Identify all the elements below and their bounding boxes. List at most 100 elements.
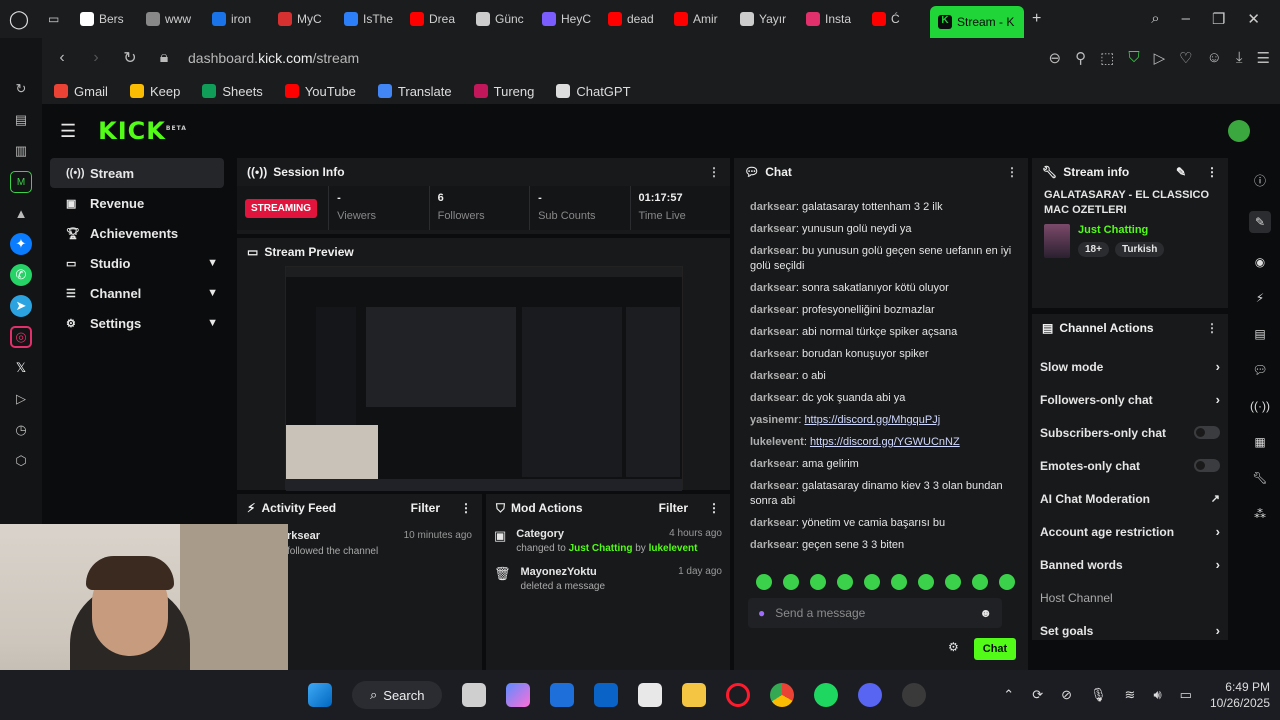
copilot-icon[interactable]: [506, 683, 531, 707]
tag-badge[interactable]: 18+: [1078, 242, 1109, 257]
chat-username[interactable]: darksear: [750, 370, 796, 382]
chat-username[interactable]: darksear: [750, 304, 796, 316]
broadcast-icon[interactable]: ((·)): [1250, 399, 1270, 413]
edit-icon[interactable]: ✎: [1176, 165, 1186, 179]
microphone-icon[interactable]: ●: [758, 606, 765, 620]
nav-item-channel[interactable]: ☰ Channel ▼: [50, 278, 224, 308]
bookmark-sheets[interactable]: Sheets: [202, 84, 263, 99]
chat-username[interactable]: darksear: [750, 517, 796, 529]
emote-icon[interactable]: [864, 574, 880, 590]
forward-icon[interactable]: ›: [86, 49, 106, 67]
browser-tab[interactable]: dead: [600, 4, 666, 34]
emote-icon[interactable]: [837, 574, 853, 590]
channel-action-set-goals[interactable]: Set goals ›: [1032, 614, 1228, 647]
camera-icon[interactable]: ◉: [1255, 255, 1265, 269]
bookmark-gmail[interactable]: Gmail: [54, 84, 108, 99]
chevron-up-icon[interactable]: ⌃: [1003, 687, 1014, 703]
chat-send-button[interactable]: Chat: [974, 638, 1016, 660]
activity-user[interactable]: rksear: [287, 530, 378, 542]
easy-setup-icon[interactable]: ☰: [1257, 49, 1270, 67]
chevron-down-icon[interactable]: ▼: [207, 317, 218, 329]
browser-tab[interactable]: Ć: [864, 4, 930, 34]
browser-tab[interactable]: HeyC: [534, 4, 600, 34]
aria-icon[interactable]: ▲: [10, 202, 32, 224]
new-tab-button[interactable]: +: [1024, 4, 1049, 34]
nav-item-achievements[interactable]: 🏆︎ Achievements: [50, 218, 224, 248]
url-field[interactable]: dashboard.kick.com/stream: [188, 50, 359, 66]
browser-tab[interactable]: Bers: [72, 4, 138, 34]
browser-tab[interactable]: Yayır: [732, 4, 798, 34]
emote-icon[interactable]: [945, 574, 961, 590]
category-link[interactable]: Just Chatting: [569, 543, 633, 554]
kick-logo[interactable]: KICKBETA: [98, 117, 187, 145]
chat-username[interactable]: yasinemr: [750, 414, 798, 426]
nav-item-stream[interactable]: ((•)) Stream: [50, 158, 224, 188]
history-icon[interactable]: ↻: [10, 78, 32, 100]
channel-action-host-channel[interactable]: Host Channel: [1032, 581, 1228, 614]
m-app-icon[interactable]: M: [10, 171, 32, 193]
app-icon[interactable]: [550, 683, 575, 707]
chat-username[interactable]: darksear: [750, 201, 796, 213]
bookmark-tureng[interactable]: Tureng: [473, 84, 534, 99]
windows-start-icon[interactable]: [308, 683, 332, 707]
minimize-icon[interactable]: –: [1182, 10, 1190, 28]
chat-icon[interactable]: 💬︎: [1252, 363, 1267, 377]
pin-icon[interactable]: ⚲: [1075, 49, 1086, 67]
player-icon[interactable]: ▷: [10, 388, 32, 410]
browser-tab[interactable]: www: [138, 4, 204, 34]
store-icon[interactable]: [638, 683, 663, 707]
more-icon[interactable]: ⋮: [1206, 321, 1218, 335]
category-thumbnail[interactable]: [1044, 224, 1070, 258]
instagram-icon[interactable]: ◎: [10, 326, 32, 348]
chat-link[interactable]: https://discord.gg/MhgquPJj: [804, 414, 940, 426]
task-view-icon[interactable]: [462, 683, 487, 707]
chat-input-box[interactable]: ● Send a message ☻: [748, 598, 1002, 628]
close-icon[interactable]: ✕: [1247, 10, 1260, 28]
opera-icon[interactable]: [726, 683, 751, 707]
more-icon[interactable]: ⋮: [1206, 165, 1218, 179]
chat-settings-icon[interactable]: ⚙: [948, 640, 959, 654]
telegram-icon[interactable]: ➤: [10, 295, 32, 317]
play-icon[interactable]: ▷: [1154, 49, 1166, 67]
maximize-icon[interactable]: ❐: [1212, 10, 1225, 28]
crypto-wallet-icon[interactable]: ▤: [10, 109, 32, 131]
chat-link[interactable]: https://discord.gg/YGWUCnNZ: [810, 436, 960, 448]
chat-username[interactable]: darksear: [750, 392, 796, 404]
emote-icon[interactable]: [972, 574, 988, 590]
chat-username[interactable]: darksear: [750, 223, 796, 235]
chat-username[interactable]: darksear: [750, 458, 796, 470]
toggle-switch[interactable]: [1194, 459, 1220, 472]
opera-logo-icon[interactable]: ◯: [8, 8, 30, 30]
snapshot-icon[interactable]: ⬚: [1100, 49, 1114, 67]
channel-action-emotes-only-chat[interactable]: Emotes-only chat: [1032, 449, 1228, 482]
channel-action-ai-chat-moderation[interactable]: AI Chat Moderation ↗: [1032, 482, 1228, 515]
chat-input[interactable]: Send a message: [775, 606, 865, 620]
heart-icon[interactable]: ♡: [1179, 49, 1192, 67]
tag-badge[interactable]: Turkish: [1114, 242, 1165, 257]
moderator-link[interactable]: lukelevent: [649, 543, 698, 554]
x-twitter-icon[interactable]: 𝕏: [10, 357, 32, 379]
chat-username[interactable]: lukelevent: [750, 436, 804, 448]
tab-active-stream[interactable]: K Stream - K: [930, 6, 1024, 38]
emote-icon[interactable]: [783, 574, 799, 590]
profile-icon[interactable]: ☺: [1207, 49, 1222, 67]
file-explorer-icon[interactable]: [682, 683, 707, 707]
channel-action-banned-words[interactable]: Banned words ›: [1032, 548, 1228, 581]
channel-action-account-age-restriction[interactable]: Account age restriction ›: [1032, 515, 1228, 548]
chat-username[interactable]: darksear: [750, 348, 796, 360]
channel-action-subscribers-only-chat[interactable]: Subscribers-only chat: [1032, 416, 1228, 449]
chevron-down-icon[interactable]: ▼: [207, 257, 218, 269]
wifi-icon[interactable]: ≋: [1125, 687, 1136, 703]
hamburger-icon[interactable]: ☰: [60, 121, 76, 142]
activity-filter-button[interactable]: Filter: [411, 501, 440, 515]
channel-action-slow-mode[interactable]: Slow mode ›: [1032, 350, 1228, 383]
clock-icon[interactable]: ◷: [10, 419, 32, 441]
nav-item-studio[interactable]: ▭ Studio ▼: [50, 248, 224, 278]
microphone-icon[interactable]: 🎙︎: [1090, 687, 1107, 703]
bookmark-keep[interactable]: Keep: [129, 84, 180, 99]
edit-icon[interactable]: ✎: [1248, 211, 1272, 233]
clock[interactable]: 6:49 PM 10/26/2025: [1210, 679, 1270, 711]
chrome-icon[interactable]: [770, 683, 795, 707]
messenger-icon[interactable]: ✦: [10, 233, 32, 255]
mod-filter-button[interactable]: Filter: [659, 501, 688, 515]
